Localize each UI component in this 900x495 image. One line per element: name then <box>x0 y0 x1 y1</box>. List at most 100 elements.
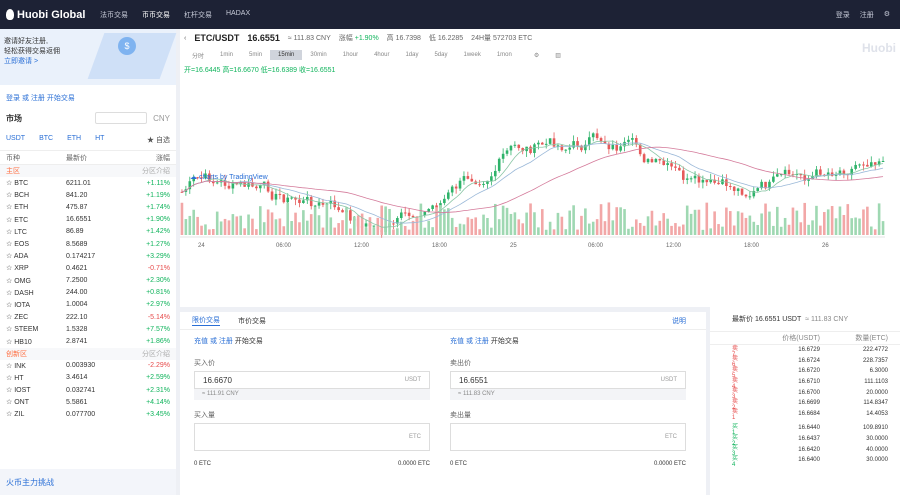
volume-bar <box>775 206 779 235</box>
interval-1min[interactable]: 1min <box>212 50 241 60</box>
star-icon[interactable]: ☆ <box>6 302 14 309</box>
market-row[interactable]: ☆ OMG 7.2500 +2.30% <box>0 275 176 287</box>
market-row[interactable]: ☆ EOS 8.5689 +1.27% <box>0 238 176 250</box>
coin-price: 16.6551 <box>66 216 92 224</box>
star-icon[interactable]: ☆ <box>6 326 14 333</box>
star-icon[interactable]: ☆ <box>6 241 14 248</box>
volume-bar <box>219 221 223 235</box>
chevron-down-icon[interactable]: ‹ <box>184 35 186 42</box>
coin-symbol: HB10 <box>14 338 32 346</box>
interval-5min[interactable]: 5min <box>241 50 270 60</box>
market-search-input[interactable] <box>95 112 148 124</box>
tab-eth[interactable]: ETH <box>67 135 81 144</box>
volume-bar <box>564 229 568 235</box>
market-row[interactable]: ☆ BTC 6211.01 +1.11% <box>0 177 176 189</box>
star-icon[interactable]: ☆ <box>6 363 14 370</box>
market-row[interactable]: ☆ ETC 16.6551 +1.90% <box>0 214 176 226</box>
market-row[interactable]: ☆ ADA 0.174217 +3.29% <box>0 250 176 262</box>
tab-ht[interactable]: HT <box>95 135 104 144</box>
star-icon[interactable]: ☆ <box>6 204 14 211</box>
register-link[interactable]: 注册 <box>860 10 874 20</box>
star-icon[interactable]: ☆ <box>6 375 14 382</box>
star-icon[interactable]: ☆ <box>6 192 14 199</box>
ob-price: 16.6420 <box>798 446 820 453</box>
interval-分时[interactable]: 分时 <box>184 49 212 62</box>
coin-change: +1.27% <box>146 240 170 248</box>
coin-symbol: IOTA <box>14 301 31 309</box>
indicator-gear-icon[interactable]: ⚙ <box>526 50 547 61</box>
interval-15min[interactable]: 15min <box>270 50 303 60</box>
interval-1hour[interactable]: 1hour <box>335 50 366 60</box>
market-row[interactable]: ☆ ZIL 0.077700 +3.45% <box>0 408 176 420</box>
tab-limit-order[interactable]: 限价交易 <box>192 315 220 326</box>
invite-banner[interactable]: 邀请好友注册, 轻松获得交易返佣 立即邀请 > $ <box>0 29 177 85</box>
star-icon[interactable]: ☆ <box>6 229 14 236</box>
star-icon[interactable]: ☆ <box>6 399 14 406</box>
login-link[interactable]: 登录 <box>836 10 850 20</box>
settings-gear-icon[interactable]: ⚙ <box>884 10 890 20</box>
last-price: 16.6551 <box>247 33 280 43</box>
candlestick-chart[interactable]: ☁ charts by TradingView 24 06:00 12:00 18:00… <box>180 77 900 307</box>
market-row[interactable]: ☆ LTC 86.89 +1.42% <box>0 226 176 238</box>
candle-body <box>458 180 462 189</box>
tradingview-credit[interactable]: ☁ charts by TradingView <box>190 174 269 181</box>
interval-4hour[interactable]: 4hour <box>366 50 397 60</box>
market-row[interactable]: ☆ IOTA 1.0004 +2.97% <box>0 299 176 311</box>
market-row[interactable]: ☆ BCH 841.20 +1.19% <box>0 189 176 201</box>
sell-amount-input[interactable]: ETC <box>450 423 686 451</box>
market-row[interactable]: ☆ ONT 5.5861 +4.14% <box>0 396 176 408</box>
coin-change: +2.31% <box>146 386 170 394</box>
logo[interactable]: Huobi Global <box>6 9 86 21</box>
star-icon[interactable]: ☆ <box>6 411 14 418</box>
star-icon[interactable]: ☆ <box>6 290 14 297</box>
orderbook-row[interactable]: 卖 1 16.6684 14.4053 <box>710 409 900 421</box>
favorites-tab[interactable]: ★ 自选 <box>147 135 170 144</box>
market-row[interactable]: ☆ XRP 0.4621 -0.71% <box>0 262 176 274</box>
volume-bar <box>521 223 525 235</box>
volume-bar <box>603 221 607 235</box>
market-row[interactable]: ☆ ZEC 222.10 -5.14% <box>0 311 176 323</box>
star-icon[interactable]: ☆ <box>6 217 14 224</box>
volume-bar <box>830 206 834 235</box>
tab-usdt[interactable]: USDT <box>6 135 25 144</box>
orderbook-row[interactable]: 买 4 16.6400 30.0000 <box>710 455 900 468</box>
tab-btc[interactable]: BTC <box>39 135 53 144</box>
market-row[interactable]: ☆ IOST 0.032741 +2.31% <box>0 384 176 396</box>
activity-banner[interactable]: 火币主力挑战 <box>0 469 176 495</box>
market-row[interactable]: ☆ STEEM 1.5328 +7.57% <box>0 323 176 335</box>
interval-1week[interactable]: 1week <box>455 50 488 60</box>
sell-price-input[interactable]: 16.6551 USDT <box>450 371 686 389</box>
nav-spot[interactable]: 币币交易 <box>142 10 170 20</box>
candle-body <box>866 164 869 167</box>
market-row[interactable]: ☆ ETH 475.87 +1.74% <box>0 201 176 213</box>
market-row[interactable]: ☆ HT 3.4614 +2.59% <box>0 372 176 384</box>
nav-margin[interactable]: 杠杆交易 <box>184 10 212 20</box>
tab-market-order[interactable]: 市价交易 <box>238 316 266 326</box>
star-icon[interactable]: ☆ <box>6 314 14 321</box>
interval-1day[interactable]: 1day <box>397 50 426 60</box>
interval-30min[interactable]: 30min <box>302 50 334 60</box>
interval-1mon[interactable]: 1mon <box>489 50 520 60</box>
help-link[interactable]: 说明 <box>672 316 686 326</box>
volume-bar <box>869 226 873 235</box>
buy-price-input[interactable]: 16.6670 USDT <box>194 371 430 389</box>
star-icon[interactable]: ☆ <box>6 180 14 187</box>
market-row[interactable]: ☆ DASH 244.00 +0.81% <box>0 287 176 299</box>
interval-5day[interactable]: 5day <box>426 50 455 60</box>
market-row[interactable]: ☆ INK 0.003930 -2.29% <box>0 360 176 372</box>
nav-hadax[interactable]: HADAX <box>226 10 250 20</box>
nav-otc[interactable]: 法币交易 <box>100 10 128 20</box>
market-row[interactable]: ☆ HB10 2.8741 +1.86% <box>0 335 176 347</box>
buy-amount-input[interactable]: ETC <box>194 423 430 451</box>
star-icon[interactable]: ☆ <box>6 339 14 346</box>
coin-symbol: ETC <box>14 216 29 224</box>
star-icon[interactable]: ☆ <box>6 278 14 285</box>
candle-body <box>678 167 681 171</box>
star-icon[interactable]: ☆ <box>6 253 14 260</box>
volume-bar <box>470 218 474 235</box>
star-icon[interactable]: ☆ <box>6 265 14 272</box>
chart-type-icon[interactable]: ▥ <box>547 50 569 61</box>
login-hint[interactable]: 登录 或 注册 开始交易 <box>0 85 176 107</box>
currency-toggle[interactable]: CNY <box>153 114 170 123</box>
star-icon[interactable]: ☆ <box>6 387 14 394</box>
